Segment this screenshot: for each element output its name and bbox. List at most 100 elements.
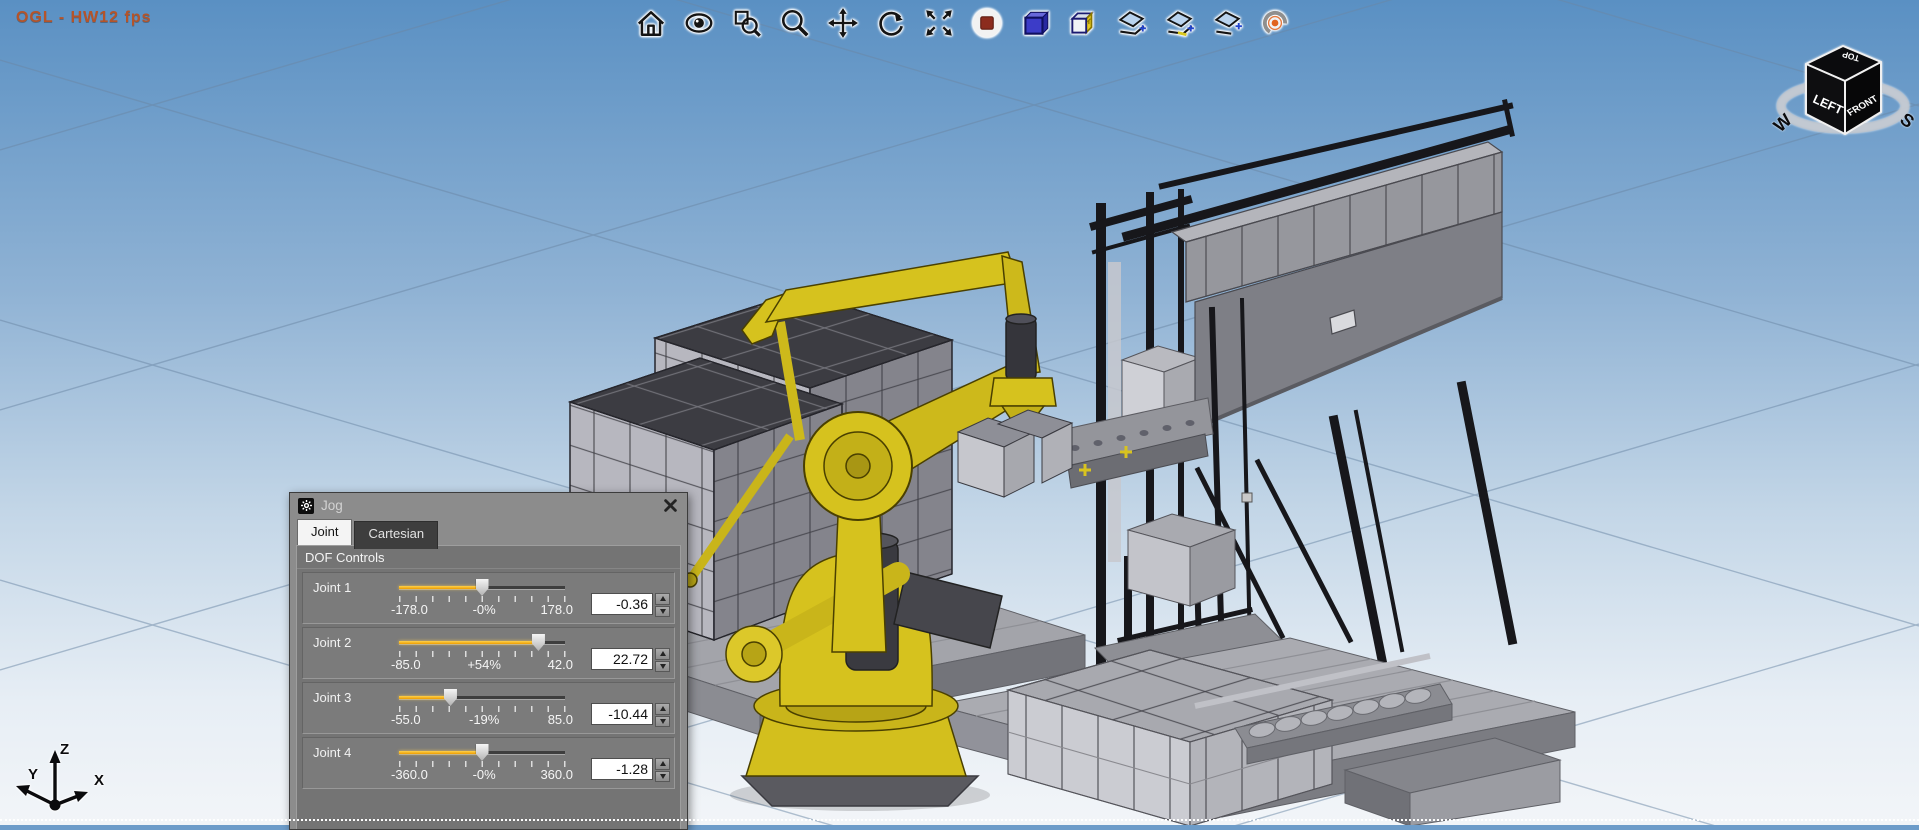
scale-max: 178.0 bbox=[540, 602, 573, 617]
zoom-window-icon bbox=[731, 7, 763, 39]
view-cube[interactable]: W S LEFT FRONT TOP bbox=[1768, 26, 1918, 146]
plane-xz-icon bbox=[1163, 7, 1195, 39]
open-box-icon bbox=[1067, 7, 1099, 39]
record-icon bbox=[970, 6, 1004, 40]
open-box-button[interactable] bbox=[1064, 3, 1102, 43]
joint-row: Joint 3 -55.0 -19% 85.0 bbox=[302, 682, 675, 734]
joint-label: Joint 4 bbox=[313, 745, 351, 760]
gear-icon bbox=[298, 498, 314, 514]
main-toolbar bbox=[632, 3, 1294, 43]
plane-xz-button[interactable] bbox=[1160, 3, 1198, 43]
joint-value-field[interactable] bbox=[591, 648, 653, 670]
axis-triad: Z Y X bbox=[8, 730, 138, 827]
scale-max: 42.0 bbox=[548, 657, 573, 672]
z-axis-label: Z bbox=[60, 741, 69, 758]
joint-row: Joint 2 -85.0 +54% 42.0 bbox=[302, 627, 675, 679]
zoom-button[interactable] bbox=[776, 3, 814, 43]
close-button[interactable] bbox=[661, 497, 679, 515]
slider-scale: -85.0 +54% 42.0 bbox=[391, 657, 573, 672]
record-button[interactable] bbox=[968, 3, 1006, 43]
x-axis-arrow bbox=[74, 791, 88, 802]
spin-up-button[interactable] bbox=[655, 648, 670, 660]
selection-marquee-line bbox=[0, 819, 1919, 821]
zoom-window-button[interactable] bbox=[728, 3, 766, 43]
eye-icon bbox=[683, 7, 715, 39]
spin-up-button[interactable] bbox=[655, 703, 670, 715]
joint-value-field[interactable] bbox=[591, 703, 653, 725]
value-spinner bbox=[655, 648, 670, 672]
slider-scale: -360.0 -0% 360.0 bbox=[391, 767, 573, 782]
pan-button[interactable] bbox=[824, 3, 862, 43]
scale-percent: +54% bbox=[467, 657, 501, 672]
slider-thumb[interactable] bbox=[476, 579, 489, 596]
slider-thumb[interactable] bbox=[476, 744, 489, 761]
joint-label: Joint 3 bbox=[313, 690, 351, 705]
spin-up-button[interactable] bbox=[655, 758, 670, 770]
y-axis-arrow bbox=[16, 785, 30, 796]
view-button[interactable] bbox=[680, 3, 718, 43]
jog-tab-bar: Joint Cartesian bbox=[290, 519, 687, 545]
plane-xy-button[interactable] bbox=[1112, 3, 1150, 43]
slider-thumb[interactable] bbox=[532, 634, 545, 651]
value-spinner bbox=[655, 758, 670, 782]
rotate-view-icon bbox=[875, 7, 907, 39]
jog-dialog: Jog Joint Cartesian DOF Controls Joint 1… bbox=[289, 492, 688, 830]
spin-down-button[interactable] bbox=[655, 716, 670, 728]
slider-scale: -178.0 -0% 178.0 bbox=[391, 602, 573, 617]
spin-down-button[interactable] bbox=[655, 661, 670, 673]
zoom-icon bbox=[779, 7, 811, 39]
joint-slider[interactable] bbox=[399, 586, 565, 590]
shaded-view-button[interactable] bbox=[1016, 3, 1054, 43]
fps-counter: OGL - HW12 fps bbox=[16, 9, 152, 27]
compass-west-label[interactable]: W bbox=[1770, 110, 1796, 136]
plane-xy-icon bbox=[1115, 7, 1147, 39]
x-axis-label: X bbox=[94, 772, 104, 789]
spin-down-button[interactable] bbox=[655, 606, 670, 618]
slider-thumb[interactable] bbox=[444, 689, 457, 706]
value-spinner bbox=[655, 593, 670, 617]
scale-min: -55.0 bbox=[391, 712, 421, 727]
joint-value-field[interactable] bbox=[591, 593, 653, 615]
shaded-cube-icon bbox=[1019, 7, 1051, 39]
joint-label: Joint 1 bbox=[313, 580, 351, 595]
spin-down-button[interactable] bbox=[655, 771, 670, 783]
home-icon bbox=[635, 7, 667, 39]
jog-panel: DOF Controls Joint 1 -178.0 -0% 178.0 Jo… bbox=[296, 545, 681, 830]
scale-percent: -0% bbox=[473, 767, 496, 782]
tab-cartesian[interactable]: Cartesian bbox=[354, 521, 438, 549]
orbit-button[interactable] bbox=[1256, 3, 1294, 43]
scale-max: 360.0 bbox=[540, 767, 573, 782]
scale-min: -85.0 bbox=[391, 657, 421, 672]
joint-slider[interactable] bbox=[399, 751, 565, 755]
fit-all-icon bbox=[923, 7, 955, 39]
tab-joint[interactable]: Joint bbox=[297, 519, 352, 545]
joint-value-field[interactable] bbox=[591, 758, 653, 780]
spin-up-button[interactable] bbox=[655, 593, 670, 605]
plane-yz-icon bbox=[1211, 7, 1243, 39]
joint-slider[interactable] bbox=[399, 641, 565, 645]
scale-min: -360.0 bbox=[391, 767, 428, 782]
selection-handle[interactable] bbox=[1242, 493, 1252, 502]
fit-all-button[interactable] bbox=[920, 3, 958, 43]
joint-slider[interactable] bbox=[399, 696, 565, 700]
scale-min: -178.0 bbox=[391, 602, 428, 617]
slider-scale: -55.0 -19% 85.0 bbox=[391, 712, 573, 727]
scene-3d-viewport[interactable] bbox=[0, 0, 1919, 825]
joint-row: Joint 1 -178.0 -0% 178.0 bbox=[302, 572, 675, 624]
pan-icon bbox=[827, 7, 859, 39]
scale-max: 85.0 bbox=[548, 712, 573, 727]
z-axis-arrow bbox=[50, 750, 61, 763]
value-spinner bbox=[655, 703, 670, 727]
orbit-icon bbox=[1259, 7, 1291, 39]
scale-percent: -0% bbox=[473, 602, 496, 617]
dialog-title: Jog bbox=[321, 498, 343, 513]
joint-row: Joint 4 -360.0 -0% 360.0 bbox=[302, 737, 675, 789]
scale-percent: -19% bbox=[469, 712, 499, 727]
jog-title-bar[interactable]: Jog bbox=[290, 493, 687, 518]
y-axis-label: Y bbox=[28, 766, 38, 783]
rotate-view-button[interactable] bbox=[872, 3, 910, 43]
group-title: DOF Controls bbox=[297, 546, 680, 569]
close-icon bbox=[664, 499, 677, 512]
plane-yz-button[interactable] bbox=[1208, 3, 1246, 43]
home-button[interactable] bbox=[632, 3, 670, 43]
